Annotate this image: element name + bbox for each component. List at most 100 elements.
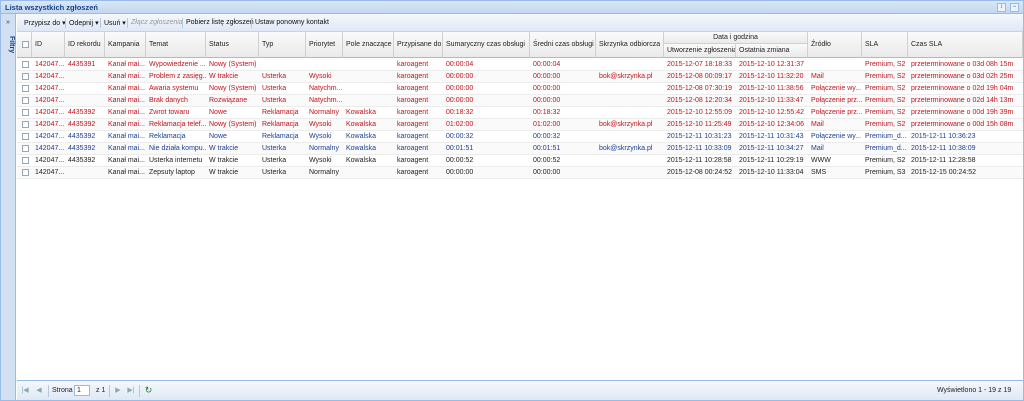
cell-assigned: karoagent xyxy=(397,145,429,152)
col-header-created[interactable]: Utworzenie zgłoszenia xyxy=(664,44,736,58)
cell-changed: 2015-12-11 10:29:19 xyxy=(739,157,804,164)
cell-assigned: karoagent xyxy=(397,109,429,116)
col-header-sla[interactable]: SLA xyxy=(862,32,908,58)
cell-sla-time: 2015-12-11 12:28:58 xyxy=(911,157,976,164)
select-all-checkbox[interactable] xyxy=(22,41,29,48)
cell-campaign: Kanał mai... xyxy=(108,133,145,140)
table-row[interactable]: 142047... Kanał mai... Zepsuty laptop W tra… xyxy=(17,167,1023,179)
cell-created: 2015-12-08 00:24:52 xyxy=(667,169,732,176)
cell-changed: 2015-12-10 11:32:20 xyxy=(739,73,804,80)
cell-campaign: Kanał mai... xyxy=(108,121,145,128)
table-row[interactable]: 142047... 4435392 Kanał mai... Reklamacja No… xyxy=(17,131,1023,143)
cell-priority: Wysoki xyxy=(309,73,332,80)
col-header-total-time[interactable]: Sumaryczny czas obsługi xyxy=(443,32,530,58)
col-header-avg-time[interactable]: Średni czas obsługi xyxy=(530,32,596,58)
row-checkbox[interactable] xyxy=(22,133,29,140)
row-checkbox[interactable] xyxy=(22,169,29,176)
row-checkbox[interactable] xyxy=(22,109,29,116)
cell-sla: Premium, S3 xyxy=(865,169,906,176)
cell-priority: Normalny xyxy=(309,109,339,116)
refresh-icon[interactable]: ↻ xyxy=(143,385,154,396)
table-row[interactable]: 142047... 4435392 Kanał mai... Nie działa k… xyxy=(17,143,1023,155)
cell-marker xyxy=(343,95,394,107)
header-select-all[interactable] xyxy=(17,32,32,58)
cell-record-id: 4435392 xyxy=(68,109,96,116)
cell-changed: 2015-12-10 12:55:42 xyxy=(739,109,804,116)
col-header-priority[interactable]: Priorytet xyxy=(306,32,343,58)
col-header-record-id[interactable]: ID rekordu xyxy=(65,32,105,58)
cell-sla: Premium_d... xyxy=(865,133,907,140)
cell-created: 2015-12-08 07:30:19 xyxy=(667,85,732,92)
row-checkbox[interactable] xyxy=(22,61,29,68)
assign-to-button[interactable]: Przypisz do ▾ xyxy=(24,19,66,27)
cell-record-id: 4435392 xyxy=(68,145,96,152)
assign-to-label: Przypisz do xyxy=(24,20,61,27)
cell-total-time: 00:01:51 xyxy=(446,145,474,152)
first-page-icon[interactable]: |◀ xyxy=(20,386,30,396)
expand-icon[interactable]: − xyxy=(1010,3,1019,12)
col-header-sla-time[interactable]: Czas SLA xyxy=(908,32,1023,58)
cell-mailbox xyxy=(596,95,664,107)
col-header-status[interactable]: Status xyxy=(206,32,259,58)
row-checkbox[interactable] xyxy=(22,121,29,128)
col-header-assigned[interactable]: Przypisane do xyxy=(394,32,443,58)
row-checkbox[interactable] xyxy=(22,97,29,104)
col-header-mailbox[interactable]: Skrzynka odbiorcza xyxy=(596,32,664,58)
table-row[interactable]: 142047... Kanał mai... Awaria systemu Nowy … xyxy=(17,83,1023,95)
tickets-grid: ID ID rekordu Kampania Temat Status Typ … xyxy=(17,32,1023,380)
col-header-campaign[interactable]: Kampania xyxy=(105,32,146,58)
toolbar: Przypisz do ▾ Odepnij ▾ Usuń ▾ Złącz zgł… xyxy=(17,14,1023,32)
scroll-icon[interactable]: ↕ xyxy=(997,3,1006,12)
cell-created: 2015-12-10 12:55:09 xyxy=(667,109,732,116)
next-page-icon[interactable]: ▶ xyxy=(113,386,123,396)
cell-status: W trakcie xyxy=(209,157,239,164)
delete-label: Usuń xyxy=(104,20,121,27)
set-recontact-button[interactable]: Ustaw ponowny kontakt xyxy=(255,19,329,26)
cell-marker xyxy=(343,167,394,179)
prev-page-icon[interactable]: ◀ xyxy=(34,386,44,396)
cell-campaign: Kanał mai... xyxy=(108,97,145,104)
double-chevron-right-icon[interactable]: » xyxy=(3,18,13,28)
filters-sidebar[interactable]: » Filtry xyxy=(1,14,16,400)
window-titlebar: Lista wszystkich zgłoszeń ↕ − xyxy=(1,1,1023,14)
cell-subject: Wypowiedzenie ... xyxy=(149,61,206,68)
col-header-source[interactable]: Źródło xyxy=(808,32,862,58)
table-row[interactable]: 142047... Kanał mai... Brak danych Rozwiąza… xyxy=(17,95,1023,107)
cell-type: Usterka xyxy=(262,169,287,176)
cell-mailbox xyxy=(596,107,664,119)
cell-id: 142047... xyxy=(35,169,65,176)
row-checkbox[interactable] xyxy=(22,73,29,80)
download-list-button[interactable]: Pobierz listę zgłoszeń xyxy=(186,19,254,26)
page-number-input[interactable]: 1 xyxy=(74,385,90,396)
delete-button[interactable]: Usuń ▾ xyxy=(104,19,126,27)
row-checkbox[interactable] xyxy=(22,145,29,152)
col-header-marker[interactable]: Pole znaczące xyxy=(343,32,394,58)
cell-changed: 2015-12-10 12:34:06 xyxy=(739,121,804,128)
row-checkbox[interactable] xyxy=(22,85,29,92)
cell-total-time: 00:00:00 xyxy=(446,85,474,92)
last-page-icon[interactable]: ▶| xyxy=(126,386,136,396)
table-row[interactable]: 142047... Kanał mai... Problem z zasięg...… xyxy=(17,71,1023,83)
table-row[interactable]: 142047... 4435392 Kanał mai... Zwrot towaru… xyxy=(17,107,1023,119)
cell-subject: Nie działa kompu... xyxy=(149,145,206,152)
merge-tickets-button[interactable]: Złącz zgłoszenia xyxy=(131,19,183,26)
table-row[interactable]: 142047... 4435392 Kanał mai... Reklamacja t… xyxy=(17,119,1023,131)
cell-sla: Premium_d... xyxy=(865,145,907,152)
cell-status: Nowy (System) xyxy=(209,85,257,92)
cell-marker: Kowalska xyxy=(346,157,376,164)
col-header-subject[interactable]: Temat xyxy=(146,32,206,58)
cell-type: Usterka xyxy=(262,97,287,104)
unassign-button[interactable]: Odepnij ▾ xyxy=(69,19,99,27)
row-checkbox[interactable] xyxy=(22,157,29,164)
col-header-changed[interactable]: Ostatnia zmiana xyxy=(736,44,808,58)
cell-source: Połączenie wy... xyxy=(811,133,862,140)
toolbar-divider xyxy=(127,18,128,28)
col-header-id[interactable]: ID xyxy=(32,32,65,58)
cell-mailbox xyxy=(596,167,664,179)
cell-subject: Problem z zasięg... xyxy=(149,73,206,80)
cell-type: Usterka xyxy=(262,85,287,92)
table-row[interactable]: 142047... 4435392 Kanał mai... Usterka inte… xyxy=(17,155,1023,167)
col-header-type[interactable]: Typ xyxy=(259,32,306,58)
table-row[interactable]: 142047... 4435391 Kanał mai... Wypowiedzeni… xyxy=(17,59,1023,71)
cell-subject: Zepsuty laptop xyxy=(149,169,195,176)
